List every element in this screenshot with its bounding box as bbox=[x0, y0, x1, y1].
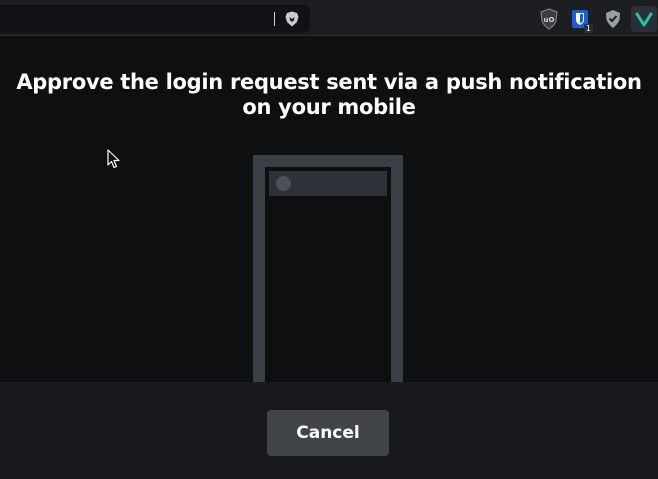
brave-shields-icon[interactable] bbox=[282, 9, 302, 29]
text-caret bbox=[274, 12, 275, 26]
shield-check-icon[interactable] bbox=[601, 7, 625, 31]
browser-toolbar: uO 1 bbox=[0, 0, 658, 36]
mouse-cursor-icon bbox=[107, 149, 121, 169]
push-notification-bar bbox=[269, 171, 387, 196]
phone-illustration bbox=[253, 155, 403, 395]
bitwarden-icon[interactable]: 1 bbox=[568, 7, 593, 33]
address-bar[interactable] bbox=[0, 5, 310, 33]
dialog-footer: Cancel bbox=[0, 382, 658, 479]
ublock-origin-icon[interactable]: uO bbox=[537, 7, 561, 31]
page-title: Approve the login request sent via a pus… bbox=[16, 70, 642, 119]
notification-avatar bbox=[276, 176, 291, 191]
cancel-button[interactable]: Cancel bbox=[267, 410, 389, 456]
svg-text:uO: uO bbox=[544, 16, 555, 24]
bitwarden-badge: 1 bbox=[583, 24, 593, 33]
vivaldi-like-icon[interactable] bbox=[631, 6, 657, 32]
